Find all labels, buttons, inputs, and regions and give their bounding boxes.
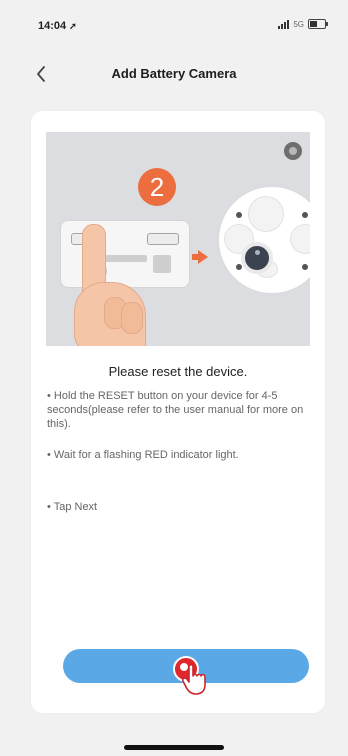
camera-lens: [241, 242, 273, 274]
help-icon[interactable]: [284, 142, 302, 160]
network-label: 5G: [293, 19, 304, 29]
page-title: Add Battery Camera: [111, 66, 237, 81]
instruction-item: • Hold the RESET button on your device f…: [47, 390, 304, 430]
camera-led: [302, 264, 308, 270]
home-indicator: [124, 745, 224, 750]
reset-illustration: 2: [46, 132, 310, 346]
step-badge: 2: [138, 168, 176, 206]
status-right: 5G: [278, 19, 328, 29]
device-bar: [153, 255, 171, 273]
camera-led: [236, 212, 242, 218]
signal-icon: [278, 19, 290, 29]
location-arrow-icon: ➚: [69, 21, 77, 31]
phone-screen: 14:04 ➚ 5G Add Battery Camera 2 Please r…: [0, 0, 348, 756]
status-time-text: 14:04: [38, 20, 67, 32]
lens-highlight: [255, 250, 260, 255]
nav-bar: Add Battery Camera: [0, 54, 348, 94]
instruction-card: 2 Please reset the device. • Hold the RE…: [31, 111, 325, 713]
device-diagram: [60, 220, 190, 288]
arrow-right-icon: [198, 250, 208, 264]
camera-sensor: [248, 196, 284, 232]
knuckle-illustration: [121, 302, 143, 334]
pointer-hand-icon: [182, 663, 206, 695]
battery-icon: [308, 19, 328, 29]
instruction-item: • Wait for a flashing RED indicator ligh…: [47, 449, 239, 461]
instruction-item: • Tap Next: [47, 501, 98, 513]
camera-led: [302, 212, 308, 218]
status-time: 14:04 ➚: [38, 20, 77, 32]
status-bar: 14:04 ➚ 5G: [0, 0, 348, 48]
instruction-title: Please reset the device.: [108, 364, 248, 379]
camera-led: [236, 264, 242, 270]
reset-slot: [147, 233, 179, 245]
